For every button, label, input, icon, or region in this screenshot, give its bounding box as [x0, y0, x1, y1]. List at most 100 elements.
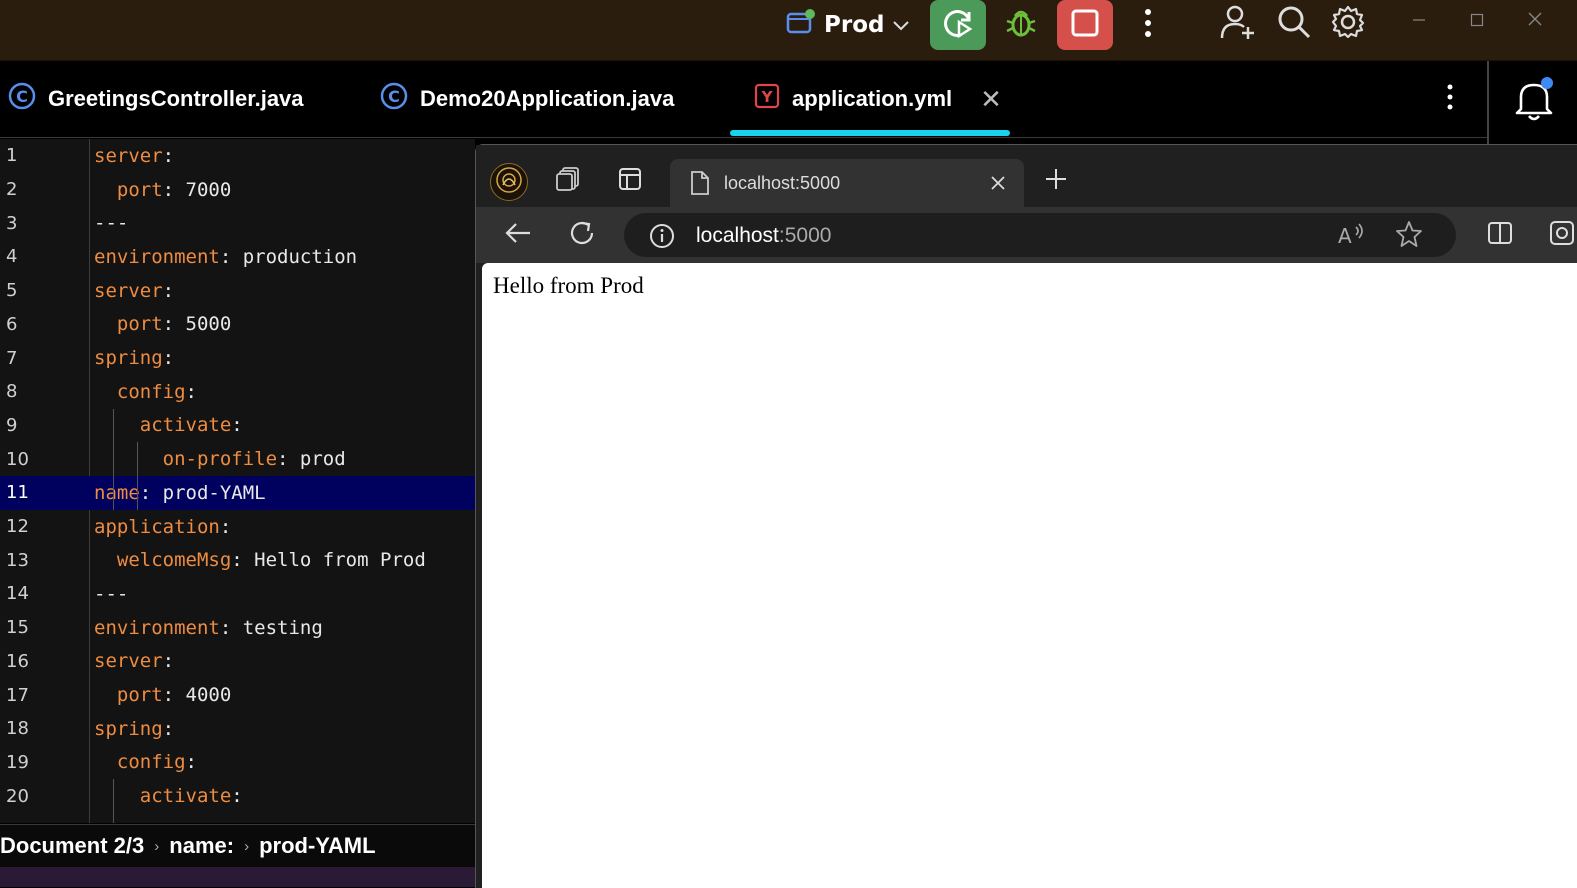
- read-aloud-button[interactable]: A: [1336, 221, 1366, 251]
- yaml-separator: ---: [94, 582, 129, 605]
- browser-window: localhost:5000 localhost:5000 A Hello fr…: [475, 144, 1577, 888]
- code-line[interactable]: 18 spring:: [0, 712, 475, 746]
- favorite-star-icon: [1395, 220, 1423, 252]
- code-line[interactable]: 4 environment: production: [0, 240, 475, 274]
- breadcrumb-item[interactable]: prod-YAML: [259, 833, 376, 859]
- yaml-colon: :: [162, 178, 175, 201]
- code-line[interactable]: 13 welcomeMsg: Hello from Prod: [0, 543, 475, 577]
- yaml-colon: :: [162, 717, 175, 740]
- code-line[interactable]: 5 server:: [0, 274, 475, 308]
- split-screen-button[interactable]: [1482, 217, 1518, 253]
- info-icon[interactable]: [648, 222, 676, 250]
- code-line[interactable]: 2 port: 7000: [0, 173, 475, 207]
- code-line[interactable]: 8 config:: [0, 375, 475, 409]
- yaml-value: testing: [231, 616, 323, 639]
- yaml-key: name: [94, 481, 140, 504]
- java-class-icon: C: [8, 82, 36, 116]
- more-options-button[interactable]: [1130, 4, 1166, 46]
- settings-button[interactable]: [1326, 2, 1370, 46]
- line-number: 9: [6, 414, 18, 436]
- notifications-panel: [1487, 61, 1577, 145]
- tab-application-yml[interactable]: Y application.yml ✕: [754, 61, 1002, 137]
- favorite-button[interactable]: [1394, 221, 1424, 251]
- page-text: Hello from Prod: [493, 273, 644, 298]
- svg-text:A: A: [1338, 224, 1352, 247]
- ide-title-bar: Prod: [0, 0, 1577, 61]
- yaml-value: 7000: [174, 178, 232, 201]
- code-line[interactable]: 16 server:: [0, 645, 475, 679]
- yaml-key: server: [94, 279, 163, 302]
- code-text: environment: production: [94, 246, 357, 268]
- yaml-colon: :: [162, 684, 175, 707]
- minimize-icon: [1412, 12, 1426, 31]
- run-config-selector[interactable]: Prod: [786, 8, 910, 42]
- profile-avatar-icon: [494, 165, 524, 199]
- new-tab-button[interactable]: [1040, 165, 1072, 197]
- code-text: name: prod-YAML: [94, 482, 266, 504]
- code-line[interactable]: 15 environment: testing: [0, 611, 475, 645]
- search-button[interactable]: [1272, 2, 1316, 46]
- code-line[interactable]: 7 spring:: [0, 341, 475, 375]
- yaml-key: config: [116, 751, 186, 774]
- tab-greetings-controller[interactable]: C GreetingsController.java: [8, 61, 304, 137]
- line-number: 14: [6, 583, 29, 605]
- line-number: 1: [6, 145, 18, 167]
- stop-button[interactable]: [1057, 0, 1113, 50]
- favorites-collection-button[interactable]: [1548, 217, 1577, 253]
- code-line[interactable]: 10 on-profile: prod: [0, 442, 475, 476]
- code-line[interactable]: 9 activate:: [0, 409, 475, 443]
- code-text: config:: [94, 381, 197, 403]
- code-line[interactable]: 6 port: 5000: [0, 308, 475, 342]
- back-arrow-icon: [504, 221, 532, 249]
- debug-button[interactable]: [996, 4, 1046, 46]
- browser-toolbar: localhost:5000 A: [476, 207, 1577, 263]
- indent-guide: [113, 408, 114, 510]
- yaml-colon: :: [162, 313, 175, 336]
- code-line[interactable]: 19 config:: [0, 746, 475, 780]
- code-line[interactable]: 12 application:: [0, 510, 475, 544]
- code-line[interactable]: 3 ---: [0, 206, 475, 240]
- yaml-key: config: [116, 380, 186, 403]
- code-line[interactable]: 17 port: 4000: [0, 678, 475, 712]
- breadcrumb-item[interactable]: name:: [169, 833, 234, 859]
- tab-demo20-application[interactable]: C Demo20Application.java: [380, 61, 674, 137]
- run-config-icon: [786, 8, 816, 42]
- bell-icon: [1509, 77, 1559, 129]
- tab-menu-button[interactable]: [1436, 81, 1464, 117]
- yaml-key: spring: [94, 717, 163, 740]
- browser-tab[interactable]: localhost:5000: [670, 159, 1024, 207]
- code-text: ---: [94, 583, 128, 605]
- notifications-button[interactable]: [1509, 75, 1559, 125]
- code-line[interactable]: 20 activate:: [0, 779, 475, 813]
- code-line[interactable]: 11 name: prod-YAML: [0, 476, 475, 510]
- address-bar[interactable]: localhost:5000 A: [624, 213, 1456, 257]
- collections-button[interactable]: [552, 165, 584, 197]
- svg-text:C: C: [388, 87, 400, 106]
- close-icon[interactable]: [986, 171, 1010, 195]
- close-window-button[interactable]: [1520, 6, 1550, 36]
- yaml-colon: :: [162, 144, 175, 167]
- code-line[interactable]: 1 server:: [0, 139, 475, 173]
- tab-actions-button[interactable]: [614, 165, 646, 197]
- maximize-button[interactable]: [1462, 6, 1492, 36]
- yaml-key: server: [94, 144, 163, 167]
- active-tab-indicator: [730, 130, 1010, 136]
- profile-button[interactable]: [490, 163, 528, 201]
- breadcrumb-item[interactable]: Document 2/3: [0, 833, 144, 859]
- minimize-button[interactable]: [1404, 6, 1434, 36]
- code-line[interactable]: 14 ---: [0, 577, 475, 611]
- code-text: server:: [94, 650, 174, 672]
- back-button[interactable]: [500, 217, 536, 253]
- yaml-colon: :: [162, 347, 175, 370]
- refresh-button[interactable]: [564, 217, 600, 253]
- yaml-colon: :: [277, 448, 289, 471]
- add-user-button[interactable]: [1216, 2, 1260, 46]
- rerun-button[interactable]: [930, 0, 986, 50]
- yaml-separator: ---: [94, 212, 129, 235]
- line-number: 20: [6, 785, 29, 807]
- close-icon[interactable]: ✕: [980, 84, 1002, 115]
- close-icon: [1527, 11, 1543, 31]
- yaml-value: prod: [288, 448, 346, 471]
- code-editor[interactable]: 1 server: 2 port: 7000 3 --- 4 environment: pr…: [0, 139, 475, 823]
